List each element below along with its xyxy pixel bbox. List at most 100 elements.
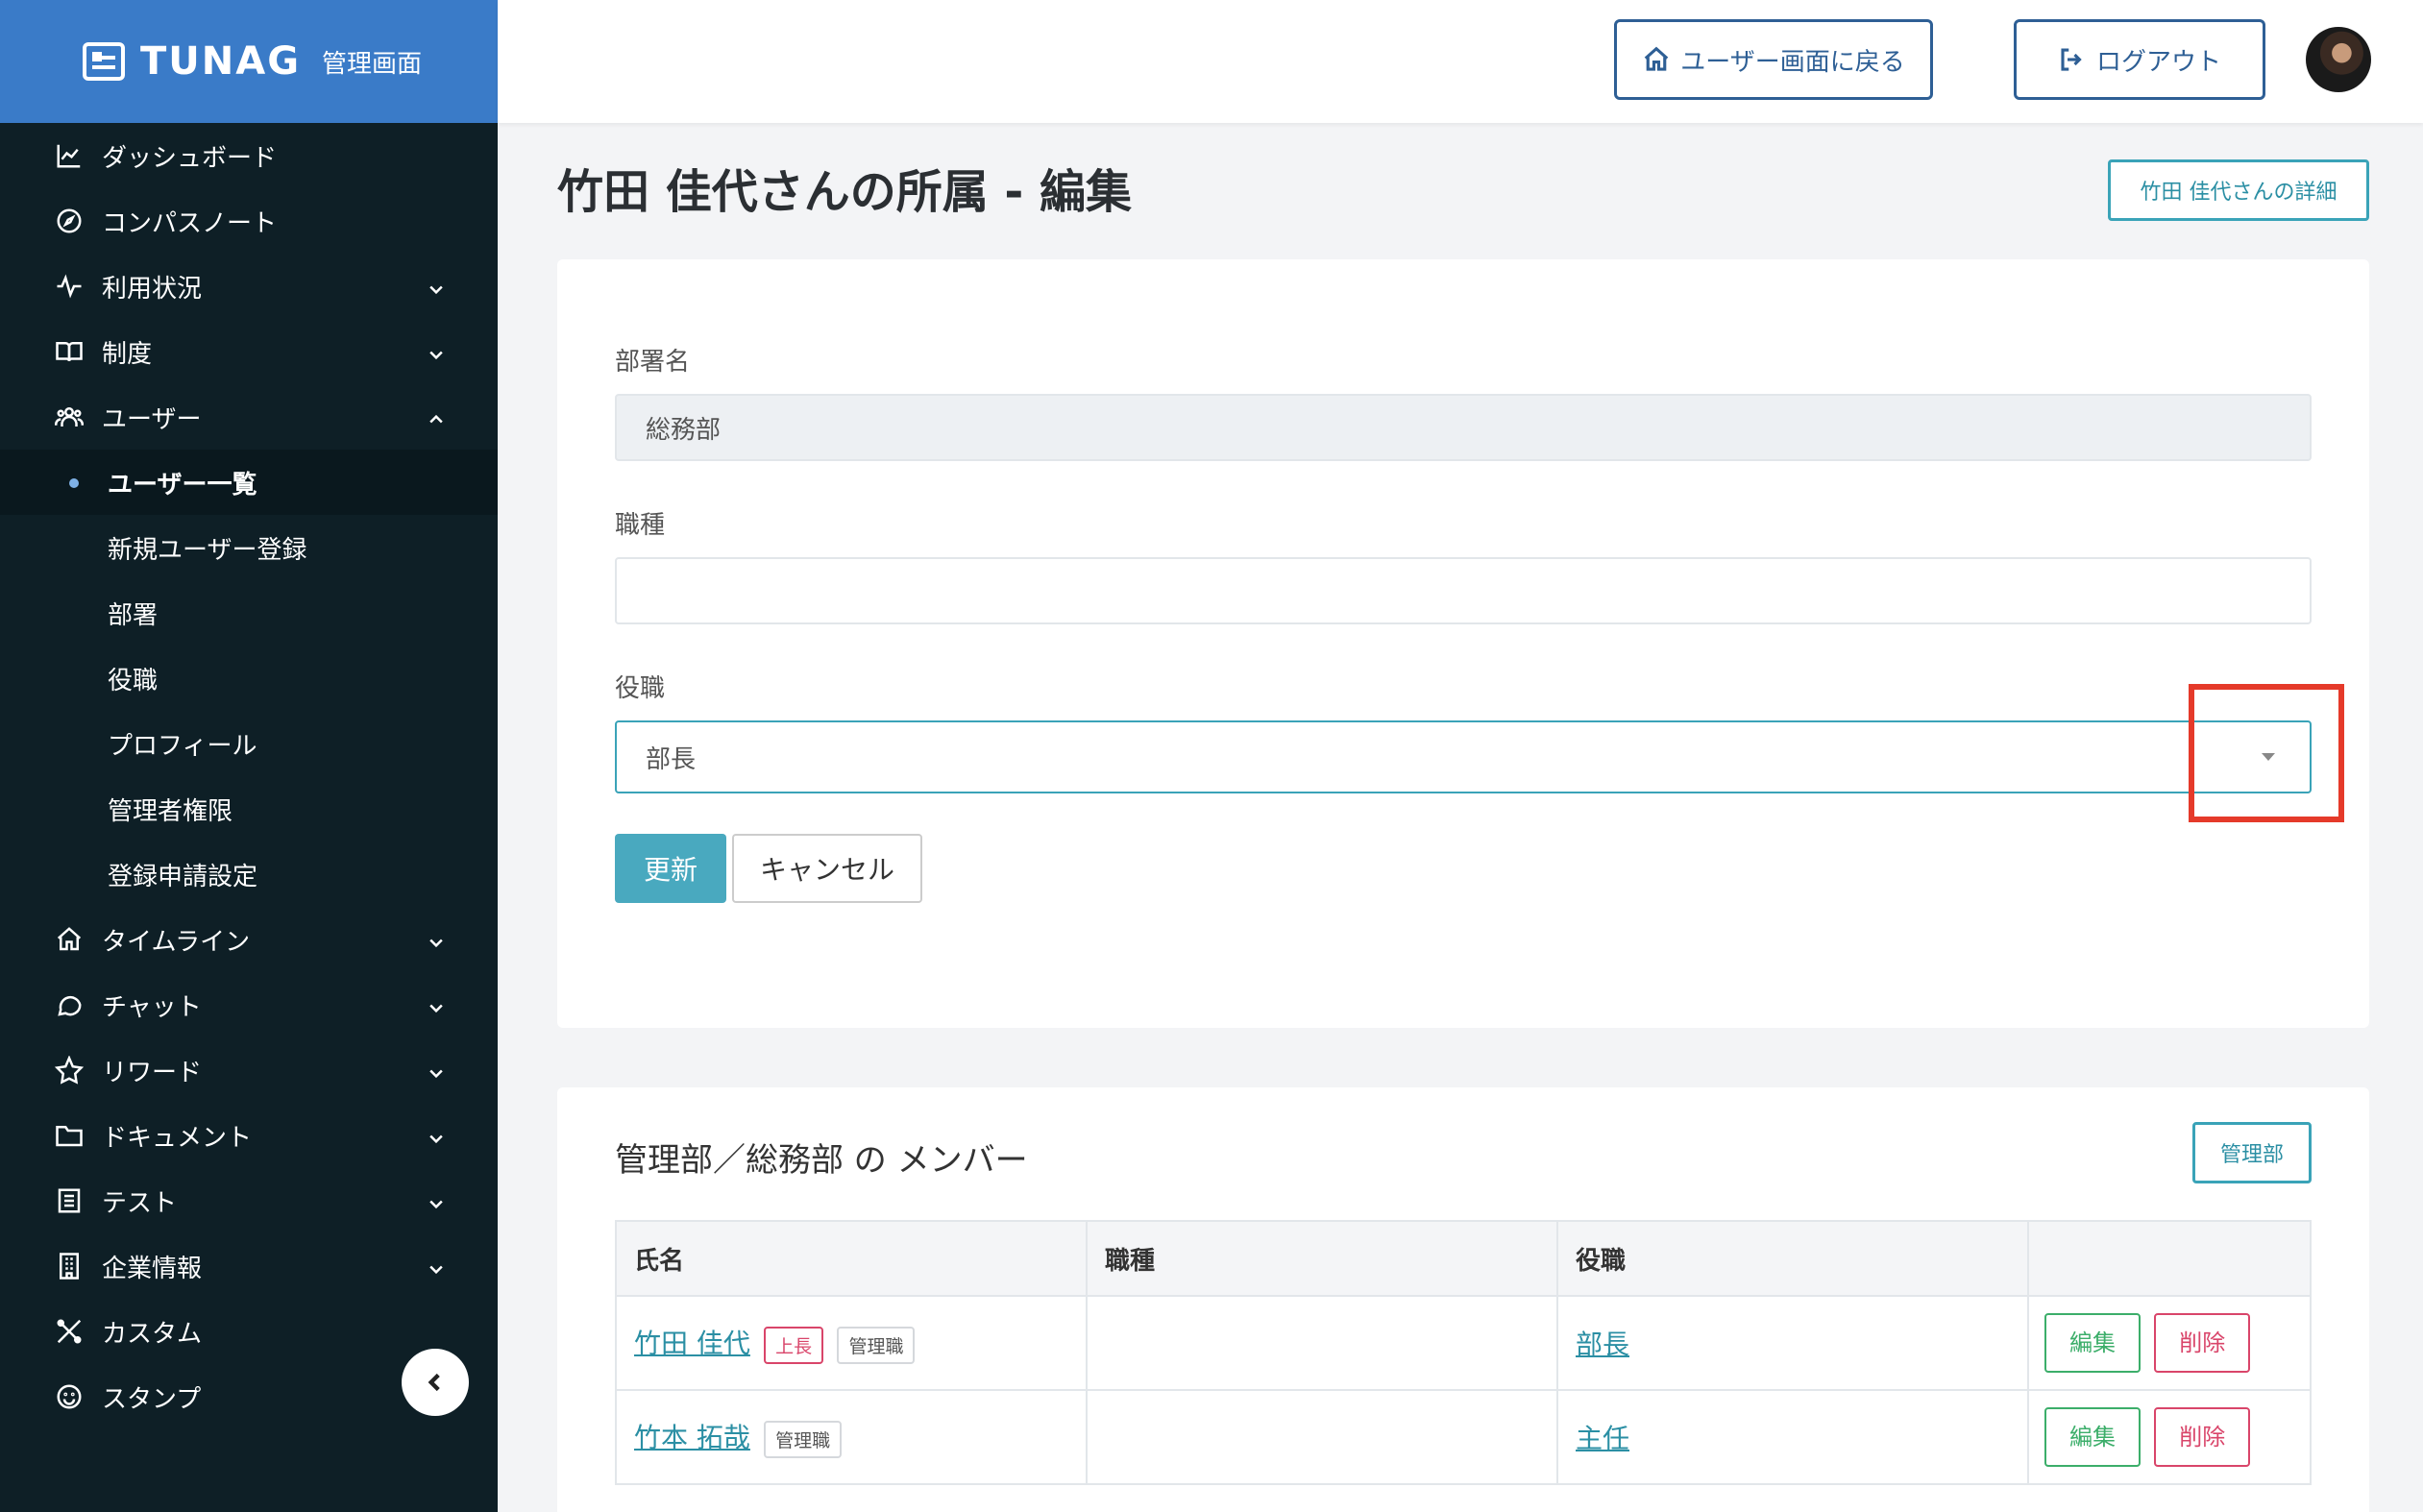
avatar[interactable] — [2306, 27, 2371, 92]
chevron-down-icon — [427, 342, 446, 361]
home-icon — [1644, 46, 1669, 71]
chat-icon — [54, 989, 85, 1020]
member-name-link[interactable]: 竹田 佳代 — [634, 1328, 750, 1359]
logout-label: ログアウト — [2095, 47, 2221, 77]
member-actions-cell: 編集 削除 — [2027, 1389, 2312, 1485]
chevron-left-icon — [428, 1373, 440, 1392]
page-title: 竹田 佳代さんの所属 - 編集 — [557, 165, 1133, 219]
tools-icon — [54, 1316, 85, 1347]
column-header-job: 職種 — [1086, 1220, 1558, 1297]
delete-button[interactable]: 削除 — [2154, 1313, 2251, 1373]
star-icon — [54, 1055, 85, 1085]
sidebar-item-label: タイムライン — [102, 927, 251, 957]
dept-label: 部署名 — [615, 348, 691, 377]
sidebar-item-users[interactable]: ユーザー — [0, 384, 498, 450]
member-job-cell — [1086, 1389, 1558, 1485]
sidebar-item-label: ドキュメント — [102, 1123, 253, 1153]
chevron-down-icon — [427, 1126, 446, 1145]
sidebar-item-usage[interactable]: 利用状況 — [0, 254, 498, 319]
sidebar-subitem-positions[interactable]: 役職 — [0, 646, 498, 711]
sidebar-item-label: 制度 — [102, 339, 153, 369]
chevron-down-icon — [427, 1191, 446, 1210]
boss-badge: 上長 — [764, 1326, 824, 1364]
sidebar-nav: ダッシュボード コンパスノート 利用状況 制度 ユーザー ユーザー一覧 新規ユー… — [0, 123, 498, 1429]
member-name-link[interactable]: 竹本 拓哉 — [634, 1422, 750, 1453]
user-detail-button[interactable]: 竹田 佳代さんの詳細 — [2108, 159, 2369, 221]
sidebar-item-timeline[interactable]: タイムライン — [0, 907, 498, 972]
members-table: 氏名 職種 役職 竹田 佳代 上長 管理職 部長 編集 削除 竹本 拓哉 管理職… — [615, 1220, 2312, 1485]
tunag-logo-icon — [83, 42, 125, 81]
sidebar-item-label: カスタム — [102, 1319, 203, 1349]
smile-icon — [54, 1381, 85, 1412]
member-position-cell: 部長 — [1556, 1295, 2029, 1391]
sidebar-subitem-profile[interactable]: プロフィール — [0, 711, 498, 776]
member-name-cell: 竹本 拓哉 管理職 — [615, 1389, 1088, 1485]
sidebar-item-label: リワード — [102, 1058, 203, 1087]
sidebar-subitem-registration-settings[interactable]: 登録申請設定 — [0, 841, 498, 907]
column-header-name: 氏名 — [615, 1220, 1088, 1297]
member-actions-cell: 編集 削除 — [2027, 1295, 2312, 1391]
position-selected-value: 部長 — [646, 744, 697, 774]
affiliation-form-card: 部署名 総務部 職種 役職 部長 更新 キャンセル — [557, 259, 2369, 1028]
sidebar-item-label: 利用状況 — [102, 274, 203, 304]
back-to-user-screen-button[interactable]: ユーザー画面に戻る — [1614, 19, 1933, 100]
table-row: 竹本 拓哉 管理職 主任 編集 削除 — [615, 1389, 2312, 1485]
job-type-label: 職種 — [615, 511, 666, 540]
update-button[interactable]: 更新 — [615, 834, 726, 903]
members-title: 管理部／総務部 の メンバー — [615, 1141, 1028, 1180]
home-icon — [54, 924, 85, 955]
position-label: 役職 — [615, 674, 666, 703]
sidebar-subitem-departments[interactable]: 部署 — [0, 580, 498, 646]
member-position-link[interactable]: 主任 — [1576, 1423, 1629, 1454]
job-type-field[interactable] — [615, 557, 2312, 624]
member-position-link[interactable]: 部長 — [1576, 1329, 1629, 1360]
manager-badge: 管理職 — [764, 1420, 843, 1458]
sidebar-item-reward[interactable]: リワード — [0, 1037, 498, 1103]
chevron-up-icon — [427, 407, 446, 427]
position-select[interactable]: 部長 — [615, 720, 2312, 793]
sidebar-item-system[interactable]: 制度 — [0, 319, 498, 384]
sidebar-collapse-button[interactable] — [402, 1349, 469, 1416]
chevron-down-icon — [427, 1256, 446, 1276]
sidebar-item-label: ダッシュボード — [102, 143, 278, 173]
sidebar-subitem-admin-rights[interactable]: 管理者権限 — [0, 776, 498, 841]
sidebar-item-compass[interactable]: コンパスノート — [0, 188, 498, 254]
compass-icon — [54, 206, 85, 236]
sidebar-item-label: スタンプ — [102, 1384, 202, 1414]
users-icon — [54, 402, 85, 432]
parent-dept-button[interactable]: 管理部 — [2192, 1122, 2312, 1183]
table-row: 竹田 佳代 上長 管理職 部長 編集 削除 — [615, 1295, 2312, 1391]
edit-button[interactable]: 編集 — [2044, 1313, 2141, 1373]
edit-button[interactable]: 編集 — [2044, 1407, 2141, 1467]
brand-header[interactable]: TUNAG 管理画面 — [0, 0, 498, 123]
logout-button[interactable]: ログアウト — [2014, 19, 2265, 100]
sidebar-item-company[interactable]: 企業情報 — [0, 1233, 498, 1299]
manager-badge: 管理職 — [837, 1326, 916, 1364]
sidebar-item-dashboard[interactable]: ダッシュボード — [0, 123, 498, 188]
dept-field: 総務部 — [615, 394, 2312, 461]
members-card: 管理部／総務部 の メンバー 管理部 氏名 職種 役職 竹田 佳代 上長 管理職… — [557, 1087, 2369, 1512]
sidebar-item-label: チャット — [102, 992, 202, 1022]
top-bar: ユーザー画面に戻る ログアウト — [498, 0, 2423, 123]
logout-icon — [2061, 48, 2082, 71]
dropdown-highlight-box — [2189, 684, 2344, 822]
sidebar-item-label: 企業情報 — [102, 1254, 203, 1283]
sidebar-item-documents[interactable]: ドキュメント — [0, 1103, 498, 1168]
column-header-position: 役職 — [1556, 1220, 2029, 1297]
sidebar-subitem-new-user[interactable]: 新規ユーザー登録 — [0, 515, 498, 580]
cancel-button[interactable]: キャンセル — [732, 834, 922, 903]
sidebar-subitem-user-list[interactable]: ユーザー一覧 — [0, 450, 498, 515]
chevron-down-icon — [427, 1061, 446, 1080]
column-header-actions — [2027, 1220, 2312, 1297]
sidebar: TUNAG 管理画面 ダッシュボード コンパスノート 利用状況 制度 ユーザー … — [0, 0, 498, 1512]
sidebar-item-chat[interactable]: チャット — [0, 972, 498, 1037]
member-job-cell — [1086, 1295, 1558, 1391]
sidebar-item-test[interactable]: テスト — [0, 1168, 498, 1233]
list-icon — [54, 1185, 85, 1216]
book-icon — [54, 336, 85, 367]
back-to-user-screen-label: ユーザー画面に戻る — [1680, 47, 1905, 77]
building-icon — [54, 1251, 85, 1281]
chevron-down-icon — [427, 930, 446, 949]
delete-button[interactable]: 削除 — [2154, 1407, 2251, 1467]
sidebar-item-label: ユーザー — [102, 404, 202, 434]
